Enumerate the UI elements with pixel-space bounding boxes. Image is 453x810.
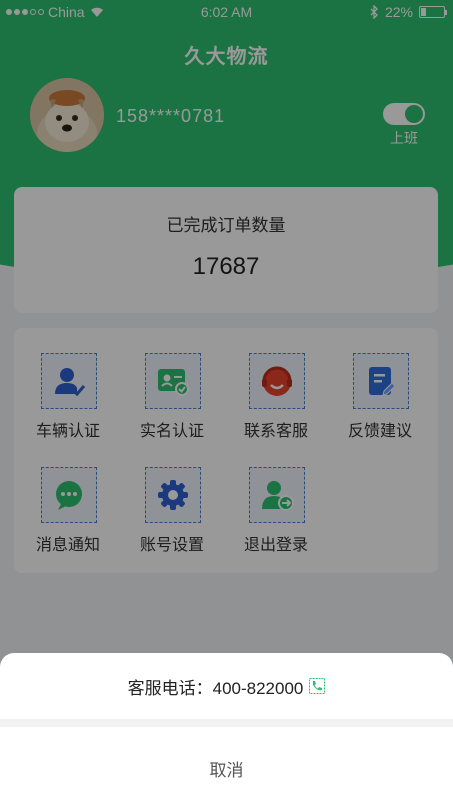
cancel-button[interactable]: 取消 bbox=[0, 727, 453, 810]
service-phone-text: 客服电话：400-822000 bbox=[127, 678, 304, 698]
sheet-divider bbox=[0, 719, 453, 727]
action-sheet: 客服电话：400-822000 取消 bbox=[0, 653, 453, 810]
call-service-option[interactable]: 客服电话：400-822000 bbox=[0, 653, 453, 719]
app-screen: China 6:02 AM 22% 久大物流 158****0781 上班 已完… bbox=[0, 0, 453, 810]
phone-call-icon bbox=[309, 678, 326, 694]
